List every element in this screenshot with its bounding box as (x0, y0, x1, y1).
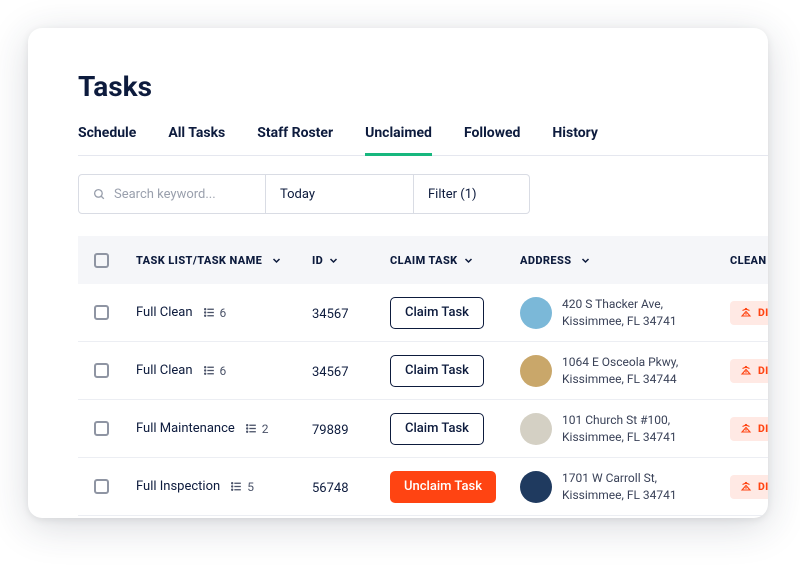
tasks-table: TASK LIST/TASK NAME ID CLAIM TASK ADDRES… (78, 236, 768, 516)
task-id: 79889 (312, 423, 349, 438)
clean-status-badge: DIRTY (730, 301, 768, 325)
tasks-card: Tasks Schedule All Tasks Staff Roster Uncla… (28, 28, 768, 518)
property-avatar (520, 297, 552, 329)
table-header: TASK LIST/TASK NAME ID CLAIM TASK ADDRES… (78, 236, 768, 284)
chevron-down-icon (581, 256, 590, 265)
col-claim[interactable]: CLAIM TASK (390, 254, 520, 267)
alert-icon (740, 307, 752, 319)
tabs: Schedule All Tasks Staff Roster Unclaimed Fo… (78, 125, 768, 156)
address: 101 Church St #100,Kissimmee, FL 34741 (562, 412, 677, 444)
chevron-down-icon (272, 256, 281, 265)
date-filter[interactable]: Today (266, 174, 414, 214)
claim-button[interactable]: Unclaim Task (390, 471, 496, 503)
search-icon (93, 188, 106, 201)
claim-button[interactable]: Claim Task (390, 297, 484, 329)
tab-staff-roster[interactable]: Staff Roster (257, 125, 333, 155)
list-icon (203, 364, 216, 377)
task-count: 6 (203, 306, 227, 320)
row-checkbox[interactable] (94, 421, 109, 436)
property-avatar (520, 471, 552, 503)
chevron-down-icon (329, 256, 338, 265)
address: 1701 W Carroll St,Kissimmee, FL 34741 (562, 470, 677, 502)
tab-schedule[interactable]: Schedule (78, 125, 136, 155)
table-row: Full Clean 6 34567 Claim Task 420 S Thacker… (78, 284, 768, 342)
alert-icon (740, 481, 752, 493)
property-avatar (520, 413, 552, 445)
task-count: 6 (203, 364, 227, 378)
page-title: Tasks (78, 70, 768, 103)
date-filter-label: Today (280, 187, 315, 202)
tab-all-tasks[interactable]: All Tasks (168, 125, 225, 155)
clean-status-badge: DIRTY (730, 359, 768, 383)
filter-label: Filter (1) (428, 187, 477, 202)
task-count: 5 (230, 480, 254, 494)
task-id: 34567 (312, 307, 349, 322)
list-icon (203, 306, 216, 319)
row-checkbox[interactable] (94, 305, 109, 320)
select-all-checkbox[interactable] (94, 253, 109, 268)
table-row: Full Inspection 5 56748 Unclaim Task 1701 W… (78, 458, 768, 516)
col-name[interactable]: TASK LIST/TASK NAME (136, 254, 312, 267)
filter-button[interactable]: Filter (1) (414, 174, 530, 214)
search-placeholder: Search keyword... (114, 187, 216, 202)
tab-followed[interactable]: Followed (464, 125, 520, 155)
col-id[interactable]: ID (312, 254, 390, 267)
claim-button[interactable]: Claim Task (390, 355, 484, 387)
table-row: Full Clean 6 34567 Claim Task 1064 E Osceol… (78, 342, 768, 400)
claim-button[interactable]: Claim Task (390, 413, 484, 445)
task-name: Full Inspection (136, 479, 220, 494)
table-row: Full Maintenance 2 79889 Claim Task 101 Chu… (78, 400, 768, 458)
task-name: Full Clean (136, 305, 193, 320)
search-input[interactable]: Search keyword... (78, 174, 266, 214)
property-avatar (520, 355, 552, 387)
row-checkbox[interactable] (94, 363, 109, 378)
address: 1064 E Osceola Pkwy,Kissimmee, FL 34744 (562, 354, 678, 386)
task-id: 34567 (312, 365, 349, 380)
task-count: 2 (245, 422, 269, 436)
tab-unclaimed[interactable]: Unclaimed (365, 125, 432, 155)
col-address[interactable]: ADDRESS (520, 254, 730, 267)
alert-icon (740, 365, 752, 377)
list-icon (245, 422, 258, 435)
list-icon (230, 480, 243, 493)
filter-bar: Search keyword... Today Filter (1) (78, 174, 768, 214)
clean-status-badge: DIRTY (730, 417, 768, 441)
tab-history[interactable]: History (552, 125, 598, 155)
clean-status-badge: DIRTY (730, 475, 768, 499)
address: 420 S Thacker Ave,Kissimmee, FL 34741 (562, 296, 677, 328)
alert-icon (740, 423, 752, 435)
task-name: Full Clean (136, 363, 193, 378)
chevron-down-icon (464, 256, 473, 265)
task-name: Full Maintenance (136, 421, 235, 436)
task-id: 56748 (312, 481, 349, 496)
col-clean-status[interactable]: CLEAN STATUS (730, 254, 768, 267)
row-checkbox[interactable] (94, 479, 109, 494)
